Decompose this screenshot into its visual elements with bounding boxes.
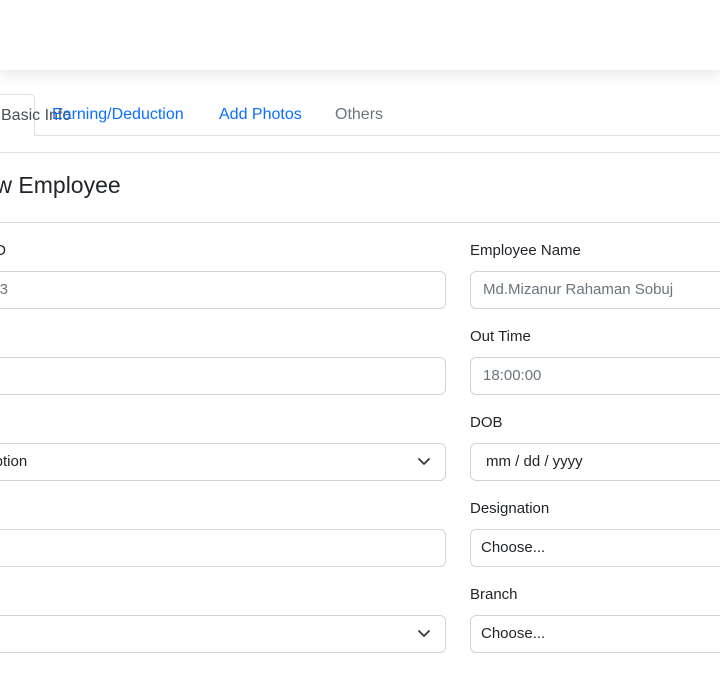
employee-name-label: Employee Name [470, 242, 581, 259]
left-input-4[interactable] [0, 529, 446, 567]
out-time-label: Out Time [470, 328, 531, 345]
employee-name-placeholder: Md.Mizanur Rahaman Sobuj [483, 281, 674, 298]
tab-basic-info[interactable]: Basic Info [0, 94, 71, 137]
out-time-input[interactable]: 18:00:00 [470, 357, 720, 395]
chevron-down-icon [418, 630, 430, 637]
tab-earning-deduction[interactable]: Earning/Deduction [52, 94, 184, 136]
left-select-2[interactable] [0, 615, 446, 653]
designation-value: Choose... [481, 539, 546, 556]
designation-label: Designation [470, 500, 550, 517]
card-border [0, 152, 720, 153]
tab-bar: Basic Info Earning/Deduction Add Photos … [0, 94, 720, 137]
page-title: New Employee [0, 172, 121, 198]
chevron-down-icon [418, 458, 430, 465]
out-time-placeholder: 18:00:00 [483, 367, 542, 384]
dob-label: DOB [470, 414, 503, 431]
top-navbar [0, 0, 720, 70]
title-divider [0, 222, 720, 223]
designation-select[interactable]: Choose... [470, 529, 720, 567]
tab-others[interactable]: Others [335, 94, 383, 136]
dob-date-input[interactable]: mm / dd / yyyy [470, 443, 720, 481]
in-time-input[interactable] [0, 357, 446, 395]
branch-label: Branch [470, 586, 518, 603]
tab-add-photos[interactable]: Add Photos [219, 94, 302, 136]
employee-name-input[interactable]: Md.Mizanur Rahaman Sobuj [470, 271, 720, 309]
id-placeholder: 003 [0, 281, 9, 298]
id-label: ID [0, 242, 6, 259]
left-select-1[interactable]: Option [0, 443, 446, 481]
dob-placeholder: mm / dd / yyyy [486, 453, 583, 470]
id-input[interactable]: 003 [0, 271, 446, 309]
branch-select[interactable]: Choose... [470, 615, 720, 653]
branch-value: Choose... [481, 625, 546, 642]
left-select-1-value: Option [0, 453, 28, 470]
